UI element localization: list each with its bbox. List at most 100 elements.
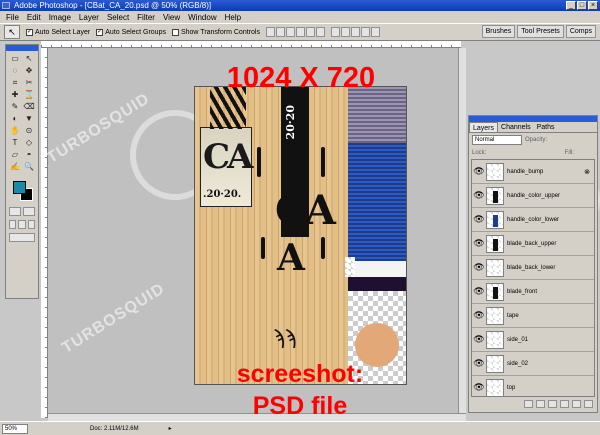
shape-tool-icon[interactable]: ▱ [9,150,21,160]
visibility-eye-icon[interactable]: 👁 [472,214,486,225]
tab-layers[interactable]: Layers [469,122,499,132]
layer-row[interactable]: 👁 blade_back_lower [472,256,594,280]
blur-tool-icon[interactable]: ▼ [23,114,35,124]
magic-wand-tool-icon[interactable]: ✥ [23,66,35,76]
menu-window[interactable]: Window [184,13,220,22]
menu-select[interactable]: Select [103,13,133,22]
foreground-color-swatch[interactable] [13,181,26,194]
menu-filter[interactable]: Filter [133,13,159,22]
eraser-tool-icon[interactable]: ⌫ [23,102,35,112]
layer-row[interactable]: 👁 tape [472,304,594,328]
screen-mode-standard-icon[interactable] [9,220,17,229]
screen-mode-fullscreen-icon[interactable] [27,220,35,229]
link-layers-icon[interactable] [524,400,533,408]
auto-select-layer-checkbox[interactable]: ✓ Auto Select Layer [26,28,90,36]
distribute-left-icon[interactable] [360,27,370,37]
layer-thumbnail [486,162,504,181]
layer-name: handle_color_lower [507,216,560,223]
tab-brushes[interactable]: Brushes [481,25,516,38]
layer-row[interactable]: 👁 handle_color_upper [472,184,594,208]
layer-row[interactable]: 👁 top [472,376,594,396]
quick-mask-icon[interactable] [23,207,35,216]
layer-row[interactable]: 👁 side_01 [472,328,594,352]
align-top-icon[interactable] [265,27,275,37]
menu-help[interactable]: Help [221,13,245,22]
slice-tool-icon[interactable]: ✂ [23,78,35,88]
layer-row[interactable]: 👁 blade_back_upper [472,232,594,256]
tab-tool-presets[interactable]: Tool Presets [517,25,564,38]
move-tool-icon[interactable]: ↖ [23,54,35,64]
close-button[interactable]: × [588,1,598,10]
layer-row[interactable]: 👁 blade_front [472,280,594,304]
show-transform-controls-checkbox[interactable]: Show Transform Controls [171,28,260,36]
lasso-tool-icon[interactable]: ◌ [9,66,21,76]
layer-thumbnail [486,306,504,325]
visibility-eye-icon[interactable]: 👁 [472,334,486,345]
add-mask-icon[interactable] [548,400,557,408]
healing-brush-tool-icon[interactable]: ✚ [9,90,21,100]
gradient-tool-icon[interactable]: ◐ [9,114,21,124]
eyedropper-tool-icon[interactable]: ✍ [9,162,21,172]
path-selection-tool-icon[interactable]: ⊙ [23,126,35,136]
distribute-top-icon[interactable] [330,27,340,37]
layer-thumbnail [486,282,504,301]
layer-row[interactable]: 👁 handle_color_lower [472,208,594,232]
visibility-eye-icon[interactable]: 👁 [472,286,486,297]
menu-file[interactable]: File [2,13,23,22]
crop-tool-icon[interactable]: ⌗ [9,78,21,88]
visibility-eye-icon[interactable]: 👁 [472,238,486,249]
visibility-eye-icon[interactable]: 👁 [472,310,486,321]
add-layer-style-icon[interactable] [536,400,545,408]
maximize-button[interactable]: □ [577,1,587,10]
clone-stamp-tool-icon[interactable]: ✎ [9,102,21,112]
tab-paths[interactable]: Paths [534,122,558,132]
screen-mode-full-icon[interactable] [18,220,26,229]
marquee-tool-icon[interactable]: ▭ [9,54,21,64]
sticker-year-text: .20·20. [203,189,242,200]
vertical-ruler[interactable] [41,48,48,418]
document-canvas[interactable]: CA .20·20. 20·20 CA A ϡϡ [194,86,407,385]
dodge-tool-icon[interactable]: ✋ [9,126,21,136]
align-right-icon[interactable] [315,27,325,37]
layer-effects-icon[interactable]: ⊗ [584,168,590,176]
zoom-tool-icon[interactable]: 🔍 [23,162,35,172]
distribute-hcenter-icon[interactable] [370,27,380,37]
brush-tool-icon[interactable]: ⌛ [23,90,35,100]
menu-edit[interactable]: Edit [23,13,45,22]
distribute-bottom-icon[interactable] [350,27,360,37]
status-menu-arrow-icon[interactable]: ▸ [169,425,172,432]
vertical-scrollbar[interactable] [458,48,466,413]
align-hcenter-icon[interactable] [305,27,315,37]
align-bottom-icon[interactable] [285,27,295,37]
auto-select-groups-checkbox[interactable]: ✓ Auto Select Groups [96,28,166,36]
visibility-eye-icon[interactable]: 👁 [472,190,486,201]
menu-layer[interactable]: Layer [75,13,103,22]
imageready-icon[interactable] [9,233,35,242]
horizontal-ruler[interactable] [41,41,461,48]
pen-tool-icon[interactable]: ◇ [23,138,35,148]
move-tool-preset-icon[interactable]: ↖ [4,25,20,39]
visibility-eye-icon[interactable]: 👁 [472,358,486,369]
notes-tool-icon[interactable]: ◓ [23,150,35,160]
delete-layer-icon[interactable] [584,400,593,408]
type-tool-icon[interactable]: T [9,138,21,148]
zoom-level-field[interactable]: 50% [2,423,28,434]
new-layer-icon[interactable] [572,400,581,408]
distribute-vcenter-icon[interactable] [340,27,350,37]
tab-channels[interactable]: Channels [498,122,534,132]
blend-mode-select[interactable]: Normal [472,135,522,145]
visibility-eye-icon[interactable]: 👁 [472,382,486,393]
menu-image[interactable]: Image [45,13,75,22]
transparent-sliver [345,257,355,277]
new-group-icon[interactable] [560,400,569,408]
minimize-button[interactable]: _ [566,1,576,10]
visibility-eye-icon[interactable]: 👁 [472,262,486,273]
layer-row[interactable]: 👁 handle_bump ⊗ [472,160,594,184]
standard-mode-icon[interactable] [9,207,21,216]
align-left-icon[interactable] [295,27,305,37]
align-vcenter-icon[interactable] [275,27,285,37]
tab-comps[interactable]: Comps [565,25,596,38]
layer-row[interactable]: 👁 side_02 [472,352,594,376]
menu-view[interactable]: View [159,13,184,22]
visibility-eye-icon[interactable]: 👁 [472,166,486,177]
